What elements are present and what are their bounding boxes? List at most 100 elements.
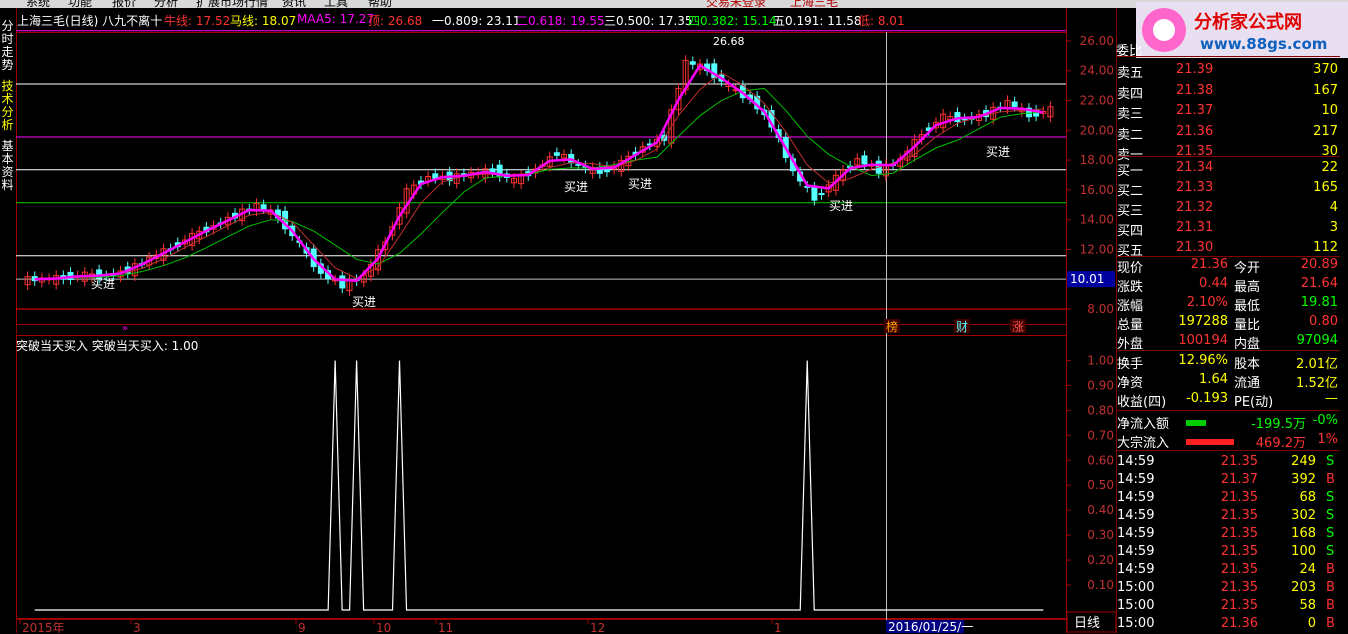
- tick-price: 21.35: [1220, 508, 1258, 523]
- stat-value: 21.64: [1300, 276, 1338, 291]
- stat-value: 21.36: [1190, 257, 1228, 272]
- lower-panel-frame: [16, 335, 1067, 619]
- y2-tick-label: 0.40: [1087, 503, 1114, 517]
- bid-volume: 112: [1313, 240, 1338, 255]
- menu-tools[interactable]: 工具: [324, 0, 348, 8]
- ask-level-label: 卖四: [1117, 86, 1144, 102]
- bid-row: 买一 21.34 22: [1116, 160, 1342, 179]
- candle-body: [260, 204, 267, 210]
- flow-label: 大宗流入: [1117, 436, 1170, 451]
- tick-time: 14:59: [1117, 544, 1155, 559]
- tick-time: 14:59: [1117, 526, 1155, 541]
- tick-volume: 392: [1291, 472, 1316, 487]
- ma-red-line: [34, 72, 1044, 280]
- tick-volume: 203: [1291, 580, 1316, 595]
- ask-row: 卖二 21.36 217: [1116, 123, 1342, 143]
- x-tick-label: 2015年: [22, 621, 65, 633]
- tick-price: 21.35: [1220, 598, 1258, 613]
- candle-body: [689, 61, 696, 65]
- menu-analysis[interactable]: 分析: [154, 0, 178, 8]
- ask-row: 卖四 21.38 167: [1116, 82, 1342, 102]
- candle-body: [811, 186, 818, 201]
- candle-body: [553, 152, 560, 156]
- stat-label: 净资: [1117, 376, 1144, 391]
- buy-signal-label: 买进: [628, 177, 652, 191]
- ask-price: 21.36: [1176, 123, 1214, 139]
- menu-function[interactable]: 功能: [68, 0, 92, 8]
- panel-separator: [1116, 56, 1340, 57]
- ask-level-label: 卖二: [1117, 127, 1144, 143]
- tick-volume: 100: [1291, 544, 1316, 559]
- ask-level-label: 卖五: [1117, 66, 1144, 81]
- period-label: 日线: [1074, 616, 1100, 631]
- ask-price: 21.38: [1176, 82, 1214, 98]
- stat-value: 1.52亿: [1296, 376, 1338, 391]
- tick-time: 15:00: [1117, 598, 1155, 613]
- upper-panel-frame: [16, 32, 1067, 325]
- ask-level-label: 卖三: [1117, 107, 1144, 122]
- tick-price: 21.37: [1220, 472, 1258, 487]
- y-tick-label: 24.00: [1080, 64, 1114, 78]
- tick-price: 21.35: [1220, 454, 1258, 469]
- bid-level-label: 买二: [1117, 184, 1144, 199]
- ask-volume: 10: [1321, 103, 1338, 118]
- tick-row: 14:59 21.35 68 S: [1116, 490, 1342, 508]
- stat-label: 今开: [1234, 261, 1261, 276]
- flow-pct: 1%: [1317, 432, 1338, 447]
- menu-news[interactable]: 资讯: [282, 0, 306, 8]
- ask-row: 卖五 21.39 370: [1116, 62, 1342, 81]
- tab-intraday[interactable]: 分时走势: [0, 20, 15, 72]
- x-tick-label: 3: [133, 621, 141, 633]
- x-tick-label: 12: [590, 621, 605, 633]
- stat-label: 涨幅: [1117, 299, 1144, 314]
- ask-volume: 167: [1313, 82, 1338, 98]
- menu-quote[interactable]: 报价: [112, 0, 136, 8]
- ask-volume: 217: [1313, 123, 1338, 139]
- flow-bar: [1186, 439, 1234, 445]
- side-tabs: 分时走势 技术分析 基本资料: [0, 8, 17, 633]
- indicator-line: [34, 360, 1044, 611]
- bid-row: 买四 21.31 3: [1116, 220, 1342, 239]
- tick-time: 14:59: [1117, 454, 1155, 469]
- tick-price: 21.35: [1220, 490, 1258, 505]
- tab-fundamentals[interactable]: 基本资料: [0, 140, 15, 192]
- stat-label: 最高: [1234, 280, 1261, 295]
- stat-value: 2.01亿: [1296, 357, 1338, 372]
- chart-area[interactable]: 26.0024.0022.0020.0018.0016.0014.0012.00…: [16, 8, 1116, 633]
- y-tick-label: 12.00: [1080, 243, 1114, 257]
- stat-label: 最低: [1234, 299, 1261, 314]
- stat-value: 1.64: [1199, 372, 1228, 387]
- stat-value: 0.44: [1199, 276, 1228, 291]
- menu-help[interactable]: 帮助: [368, 0, 392, 8]
- tick-time: 14:59: [1117, 508, 1155, 523]
- menu-system[interactable]: 系统: [26, 0, 50, 8]
- panel-separator: [1116, 450, 1340, 451]
- tick-side: S: [1326, 454, 1335, 469]
- panel-separator: [1116, 256, 1340, 257]
- tick-side: S: [1326, 526, 1335, 541]
- y-tick-label: 14.00: [1080, 213, 1114, 227]
- stat-label: 流通: [1234, 376, 1261, 391]
- event-marker: 涨: [1012, 319, 1024, 334]
- tick-volume: 58: [1299, 598, 1316, 613]
- bid-price: 21.32: [1176, 200, 1214, 215]
- tick-side: B: [1326, 472, 1335, 487]
- tab-technical[interactable]: 技术分析: [0, 80, 15, 132]
- bid-price: 21.33: [1176, 180, 1214, 195]
- tick-time: 14:59: [1117, 490, 1155, 505]
- bid-level-label: 买一: [1117, 164, 1144, 179]
- flow-label: 净流入额: [1117, 417, 1170, 432]
- y2-tick-label: 0.10: [1087, 578, 1114, 592]
- tick-volume: 24: [1299, 562, 1316, 577]
- menu-extended-market[interactable]: 扩展市场行情: [196, 0, 268, 8]
- stat-row: 现价 21.36 今开 20.89: [1116, 257, 1342, 276]
- flow-bar: [1186, 420, 1206, 426]
- ask-price: 21.39: [1176, 62, 1214, 77]
- stat2-row: 换手 12.96% 股本 2.01亿: [1116, 353, 1342, 372]
- y-tick-label: 22.00: [1080, 94, 1114, 108]
- tick-time: 15:00: [1117, 580, 1155, 595]
- buy-signal-label: 买进: [352, 295, 376, 309]
- stat-label: 换手: [1117, 357, 1144, 372]
- x-tick-label: 11: [438, 621, 453, 633]
- bid-volume: 4: [1329, 200, 1338, 215]
